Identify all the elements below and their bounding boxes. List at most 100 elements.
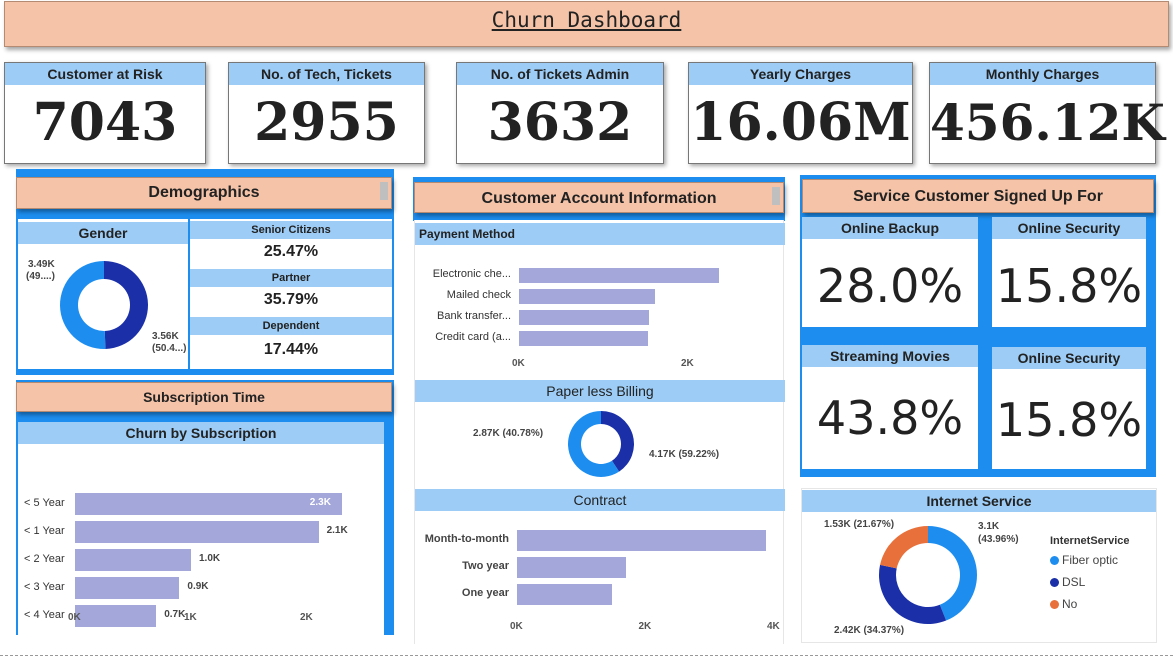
kpi-value: 3632: [487, 92, 633, 153]
senior-citizens-label: Senior Citizens: [251, 224, 331, 236]
kpi-value: 2955: [254, 92, 399, 153]
divider: [0, 655, 1173, 656]
bar-data-label: 0.9K: [187, 581, 209, 592]
kpi-card-yearly-charges[interactable]: Yearly Charges 16.06M: [688, 62, 913, 164]
scroll-handle[interactable]: [772, 187, 780, 205]
bar[interactable]: [75, 577, 180, 599]
gender-donut-chart[interactable]: [58, 259, 150, 351]
kpi-card-monthly-charges[interactable]: Monthly Charges 456.12K: [929, 62, 1165, 164]
subscription-panel: Subscription Time Churn by Subscription …: [16, 380, 394, 635]
gender-label-female-pct: (49....): [26, 271, 55, 282]
x-tick-label: 4K: [767, 621, 780, 632]
bar-data-label: 2.3K: [309, 497, 331, 508]
account-title: Customer Account Information: [481, 190, 717, 207]
bar[interactable]: [75, 549, 191, 571]
partner-label: Partner: [271, 272, 311, 284]
gender-label-female: 3.49K: [28, 259, 55, 270]
x-tick-label: 2K: [300, 612, 313, 623]
contract-chart[interactable]: Month-to-month Two year One year 0K 2K 4K: [415, 220, 785, 644]
scroll-handle[interactable]: [380, 182, 388, 200]
kpi-value: 456.12K: [930, 93, 1165, 152]
bar[interactable]: [75, 493, 342, 515]
x-tick-label: 0K: [510, 621, 523, 632]
service-tile-online-security-2[interactable]: Online Security 15.8%: [992, 347, 1146, 469]
dashboard-title-bar: Churn Dashboard: [4, 1, 1169, 47]
internet-label-fiber: 3.1K: [978, 521, 1000, 532]
legend-label: Fiber optic: [1062, 553, 1119, 567]
bar[interactable]: [517, 556, 626, 578]
service-tile-streaming-movies[interactable]: Streaming Movies 43.8%: [802, 345, 978, 469]
senior-citizens-value: 25.47%: [263, 243, 319, 260]
kpi-label: Customer at Risk: [5, 63, 205, 85]
internet-header: Internet Service: [802, 490, 1156, 512]
services-header: Service Customer Signed Up For: [802, 179, 1154, 213]
kpi-card-admin-tickets[interactable]: No. of Tickets Admin 3632: [456, 62, 664, 164]
demographic-stats: Senior Citizens 25.47% Partner 35.79% De…: [190, 219, 392, 369]
service-tile-label: Online Backup: [802, 217, 978, 239]
bar[interactable]: [75, 521, 319, 543]
bar[interactable]: [75, 605, 157, 627]
gender-header: Gender: [18, 222, 188, 244]
internet-title: Internet Service: [926, 493, 1032, 509]
kpi-value: 16.06M: [690, 92, 911, 153]
service-tile-value: 28.0%: [816, 259, 964, 313]
services-title: Service Customer Signed Up For: [853, 188, 1103, 205]
gender-title: Gender: [78, 225, 128, 241]
stat-header-bar: Partner: [190, 269, 392, 287]
donut-slice[interactable]: [880, 526, 928, 569]
service-tile-label: Online Security: [992, 347, 1146, 369]
bar-data-label: 2.1K: [326, 525, 348, 536]
legend-title: InternetService: [1050, 535, 1130, 547]
legend-item[interactable]: Fiber optic: [1050, 553, 1154, 567]
kpi-label: No. of Tickets Admin: [457, 63, 663, 85]
service-tile-online-backup[interactable]: Online Backup 28.0%: [802, 217, 978, 327]
donut-slice[interactable]: [879, 564, 947, 624]
partner-value: 35.79%: [263, 291, 319, 308]
bar-category-label: < 5 Year: [24, 497, 65, 509]
service-tile-value: 15.8%: [995, 259, 1143, 313]
page-title: Churn Dashboard: [491, 8, 682, 32]
x-tick-label: 0K: [68, 612, 81, 623]
x-tick-label: 2K: [638, 621, 652, 632]
account-header: Customer Account Information: [414, 182, 784, 213]
internet-label-fiber-pct: (43.96%): [978, 534, 1019, 545]
internet-label-no: 1.53K (21.67%): [824, 519, 895, 530]
dependent-value: 17.44%: [263, 341, 319, 358]
bar-category-label: < 1 Year: [24, 525, 65, 537]
kpi-value: 7043: [32, 92, 178, 153]
subscription-title: Subscription Time: [143, 389, 265, 405]
dependent-label: Dependent: [262, 320, 320, 332]
legend-item[interactable]: No: [1050, 597, 1154, 611]
demographics-header: Demographics: [16, 177, 392, 209]
kpi-label: No. of Tech, Tickets: [229, 63, 424, 85]
bar-category-label: One year: [461, 587, 509, 599]
bar-category-label: Month-to-month: [424, 533, 509, 545]
gender-card: Gender 3.49K (49....) 3.56K (50.4...): [18, 219, 188, 369]
services-panel: Service Customer Signed Up For Online Ba…: [800, 175, 1156, 477]
internet-donut-chart[interactable]: [878, 525, 978, 625]
kpi-label: Monthly Charges: [930, 63, 1155, 85]
bar-data-label: 0.7K: [164, 609, 186, 620]
kpi-card-customer-at-risk[interactable]: Customer at Risk 7043: [4, 62, 206, 164]
subscription-header: Subscription Time: [16, 382, 392, 412]
kpi-label: Yearly Charges: [689, 63, 912, 85]
bar[interactable]: [517, 583, 612, 605]
kpi-card-tech-tickets[interactable]: No. of Tech, Tickets 2955: [228, 62, 425, 164]
bar-category-label: < 3 Year: [24, 581, 65, 593]
stat-header-bar: Dependent: [190, 317, 392, 335]
legend-item[interactable]: DSL: [1050, 575, 1154, 589]
bar[interactable]: [517, 529, 766, 551]
bar-category-label: < 4 Year: [24, 609, 65, 621]
service-tile-value: 43.8%: [816, 391, 964, 445]
legend-label: DSL: [1062, 575, 1086, 589]
donut-slice[interactable]: [104, 261, 149, 349]
demographics-title: Demographics: [148, 184, 260, 201]
gender-label-male: 3.56K: [152, 331, 179, 342]
bar-category-label: < 2 Year: [24, 553, 65, 565]
legend-swatch: [1050, 555, 1059, 565]
legend-swatch: [1050, 577, 1059, 587]
service-tile-online-security[interactable]: Online Security 15.8%: [992, 217, 1146, 327]
legend-label: No: [1062, 597, 1078, 611]
donut-slice[interactable]: [60, 261, 106, 349]
churn-by-subscription-chart[interactable]: < 5 Year 2.3K < 1 Year 2.1K < 2 Year 1.0K < 3 …: [18, 422, 384, 635]
